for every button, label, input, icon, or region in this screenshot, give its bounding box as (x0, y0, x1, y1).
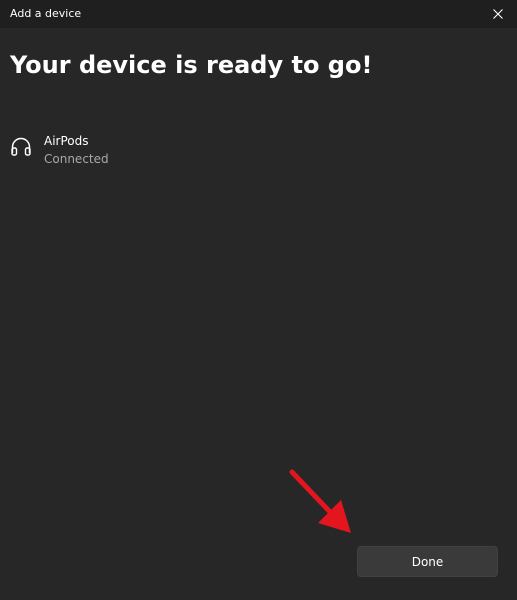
done-button[interactable]: Done (357, 546, 498, 577)
close-icon (493, 9, 503, 19)
title-bar: Add a device (0, 0, 517, 28)
window-title: Add a device (10, 7, 82, 20)
close-button[interactable] (479, 0, 517, 28)
annotation-arrow-icon (289, 469, 351, 533)
add-device-dialog: Add a device Your device is ready to go!… (0, 0, 517, 600)
device-text: AirPods Connected (44, 132, 109, 168)
device-name: AirPods (44, 134, 89, 148)
device-status: Connected (44, 152, 109, 166)
page-heading: Your device is ready to go! (10, 51, 373, 79)
device-item: AirPods Connected (10, 132, 109, 168)
headphones-icon (11, 137, 31, 156)
